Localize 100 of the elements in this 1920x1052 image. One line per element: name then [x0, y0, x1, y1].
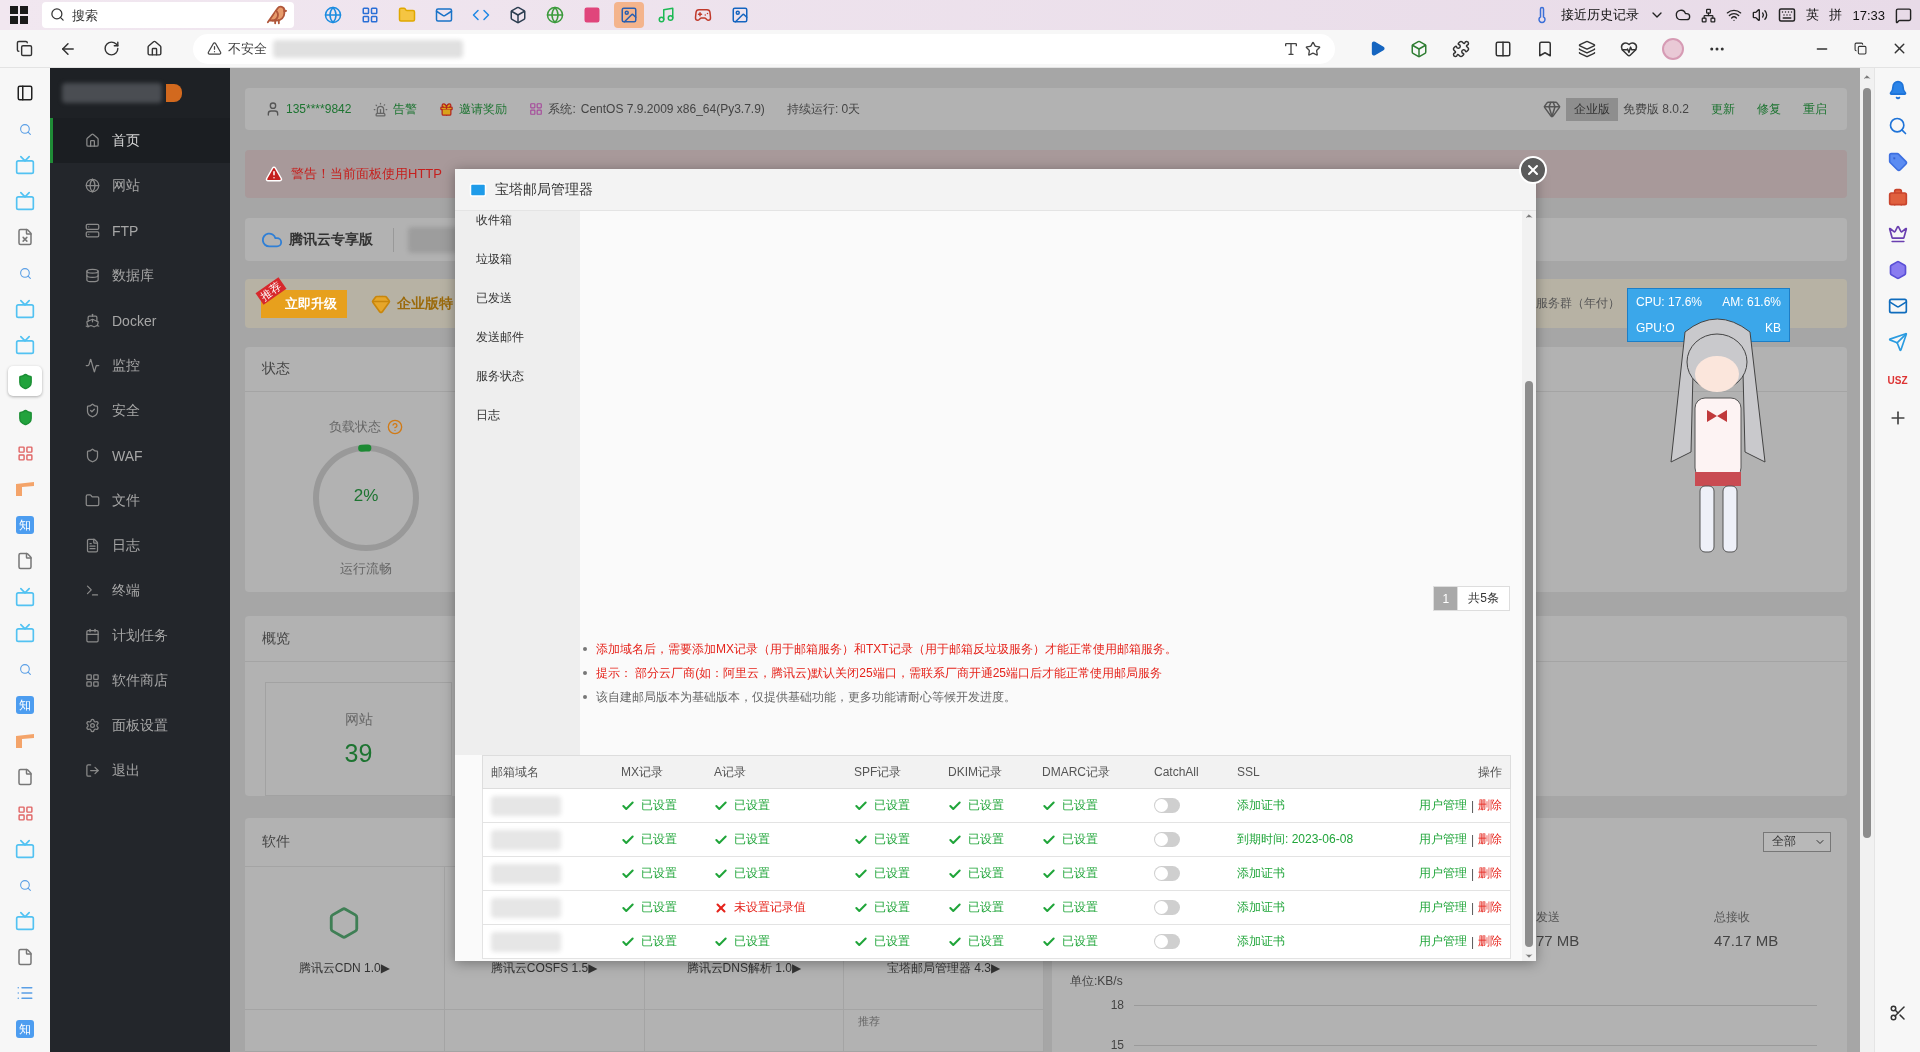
- nav-item[interactable]: 文件: [50, 478, 230, 523]
- software-item[interactable]: 宝塔邮局管理器 4.3▶: [887, 960, 1001, 977]
- nav-item[interactable]: 监控: [50, 343, 230, 388]
- bookmark-icon[interactable]: [1536, 39, 1554, 58]
- scroll-down-icon[interactable]: [1524, 951, 1534, 961]
- nav-item[interactable]: 退出: [50, 748, 230, 793]
- catchall-toggle[interactable]: [1154, 832, 1180, 847]
- user-manage-link[interactable]: 用户管理: [1418, 797, 1467, 814]
- mail-icon[interactable]: [1887, 296, 1908, 316]
- tab-actions-icon[interactable]: [16, 40, 33, 57]
- input-mode[interactable]: 拼: [1829, 6, 1843, 24]
- scroll-up-icon[interactable]: [1862, 72, 1872, 82]
- stat-tile[interactable]: 网站 39: [265, 682, 452, 796]
- scrollbar-thumb[interactable]: [1525, 381, 1533, 947]
- search-icon[interactable]: [18, 122, 32, 136]
- nav-item[interactable]: 计划任务: [50, 613, 230, 658]
- software-item[interactable]: 腾讯云DNS解析 1.0▶: [686, 960, 802, 977]
- volume-icon[interactable]: [1752, 7, 1769, 23]
- read-aloud-icon[interactable]: [1283, 40, 1299, 57]
- collections-icon[interactable]: [1578, 39, 1596, 58]
- software-item[interactable]: 腾讯云CDN 1.0▶: [298, 960, 390, 977]
- favorite-icon[interactable]: [1305, 40, 1321, 57]
- taskbar-app[interactable]: [613, 2, 644, 28]
- ssl-link[interactable]: 添加证书: [1237, 899, 1285, 916]
- keyboard-icon[interactable]: [1778, 6, 1797, 24]
- menu-item[interactable]: 已发送: [476, 279, 580, 318]
- user-phone[interactable]: 135****9842: [286, 102, 352, 116]
- header-link[interactable]: 修复: [1757, 100, 1781, 118]
- delete-link[interactable]: 删除: [1478, 933, 1502, 950]
- app-label[interactable]: USZ: [1887, 368, 1908, 392]
- app-badge[interactable]: 知: [16, 1020, 34, 1038]
- filter-select[interactable]: 全部: [1763, 831, 1831, 852]
- extension-icon[interactable]: [1410, 39, 1428, 58]
- notification-icon[interactable]: [1895, 6, 1912, 24]
- nav-item[interactable]: 面板设置: [50, 703, 230, 748]
- user-manage-link[interactable]: 用户管理: [1418, 899, 1467, 916]
- catchall-toggle[interactable]: [1154, 900, 1180, 915]
- shield-icon[interactable]: [16, 372, 34, 390]
- start-icon[interactable]: [10, 6, 28, 24]
- nav-item[interactable]: 日志: [50, 523, 230, 568]
- split-view-icon[interactable]: [1494, 39, 1512, 58]
- user-manage-link[interactable]: 用户管理: [1418, 933, 1467, 950]
- menu-item[interactable]: 发送邮件: [476, 318, 580, 357]
- nav-item[interactable]: 数据库: [50, 253, 230, 298]
- delete-link[interactable]: 删除: [1478, 797, 1502, 814]
- restore-icon[interactable]: [1854, 42, 1867, 55]
- search-icon[interactable]: [18, 266, 32, 280]
- crown-icon[interactable]: [1887, 224, 1908, 244]
- software-item[interactable]: 腾讯云COSFS 1.5▶: [490, 960, 598, 977]
- network-icon[interactable]: [1701, 7, 1717, 23]
- scrollbar-thumb[interactable]: [1863, 88, 1871, 838]
- clock[interactable]: 17:33: [1852, 7, 1885, 23]
- invite-link[interactable]: 邀请奖励: [459, 100, 508, 118]
- header-link[interactable]: 更新: [1711, 100, 1735, 118]
- nav-item[interactable]: 软件商店: [50, 658, 230, 703]
- search-icon[interactable]: [1887, 116, 1908, 136]
- catchall-toggle[interactable]: [1154, 798, 1180, 813]
- bell-icon[interactable]: [1887, 80, 1908, 100]
- grid-icon[interactable]: [16, 804, 34, 822]
- hexagon-icon[interactable]: [1887, 260, 1908, 280]
- ssl-link[interactable]: 添加证书: [1237, 865, 1285, 882]
- delete-link[interactable]: 删除: [1478, 831, 1502, 848]
- ssl-link[interactable]: 添加证书: [1237, 797, 1285, 814]
- scroll-up-icon[interactable]: [1524, 211, 1534, 221]
- input-language[interactable]: 英: [1806, 6, 1820, 24]
- file-icon[interactable]: [16, 228, 34, 246]
- puzzle-icon[interactable]: [1452, 39, 1470, 58]
- cloud-icon[interactable]: [1675, 7, 1692, 23]
- home-icon[interactable]: [145, 40, 163, 57]
- heart-icon[interactable]: [1620, 39, 1638, 58]
- user-manage-link[interactable]: 用户管理: [1418, 831, 1467, 848]
- tray-label[interactable]: 接近历史记录: [1561, 6, 1640, 24]
- grid-icon[interactable]: [16, 444, 34, 462]
- toolbox-icon[interactable]: [1887, 188, 1908, 208]
- screenshot-icon[interactable]: [1888, 1004, 1907, 1022]
- ssl-link[interactable]: 到期时间: 2023-06-08: [1237, 831, 1354, 848]
- nav-item[interactable]: WAF: [50, 433, 230, 478]
- delete-link[interactable]: 删除: [1478, 899, 1502, 916]
- nav-item[interactable]: Docker: [50, 298, 230, 343]
- alarm-link[interactable]: 告警: [393, 100, 418, 118]
- menu-item[interactable]: 收件箱: [476, 211, 580, 240]
- app-badge[interactable]: 知: [16, 696, 34, 714]
- user-manage-link[interactable]: 用户管理: [1418, 865, 1467, 882]
- menu-item[interactable]: 日志: [476, 396, 580, 435]
- file-icon[interactable]: [16, 768, 34, 786]
- search-icon[interactable]: [18, 878, 32, 892]
- file-icon[interactable]: [16, 552, 34, 570]
- nav-item[interactable]: 网站: [50, 163, 230, 208]
- file-icon[interactable]: [16, 948, 34, 966]
- nav-item[interactable]: 终端: [50, 568, 230, 613]
- nav-item[interactable]: 首页: [50, 118, 230, 163]
- tag-icon[interactable]: [1887, 152, 1908, 172]
- menu-item[interactable]: 服务状态: [476, 357, 580, 396]
- list-icon[interactable]: [16, 984, 34, 1002]
- delete-link[interactable]: 删除: [1478, 865, 1502, 882]
- ssl-link[interactable]: 添加证书: [1237, 933, 1285, 950]
- play-icon[interactable]: [1369, 40, 1386, 57]
- nav-item[interactable]: 安全: [50, 388, 230, 433]
- address-bar[interactable]: 不安全: [192, 33, 1335, 64]
- app-badge[interactable]: 知: [16, 516, 34, 534]
